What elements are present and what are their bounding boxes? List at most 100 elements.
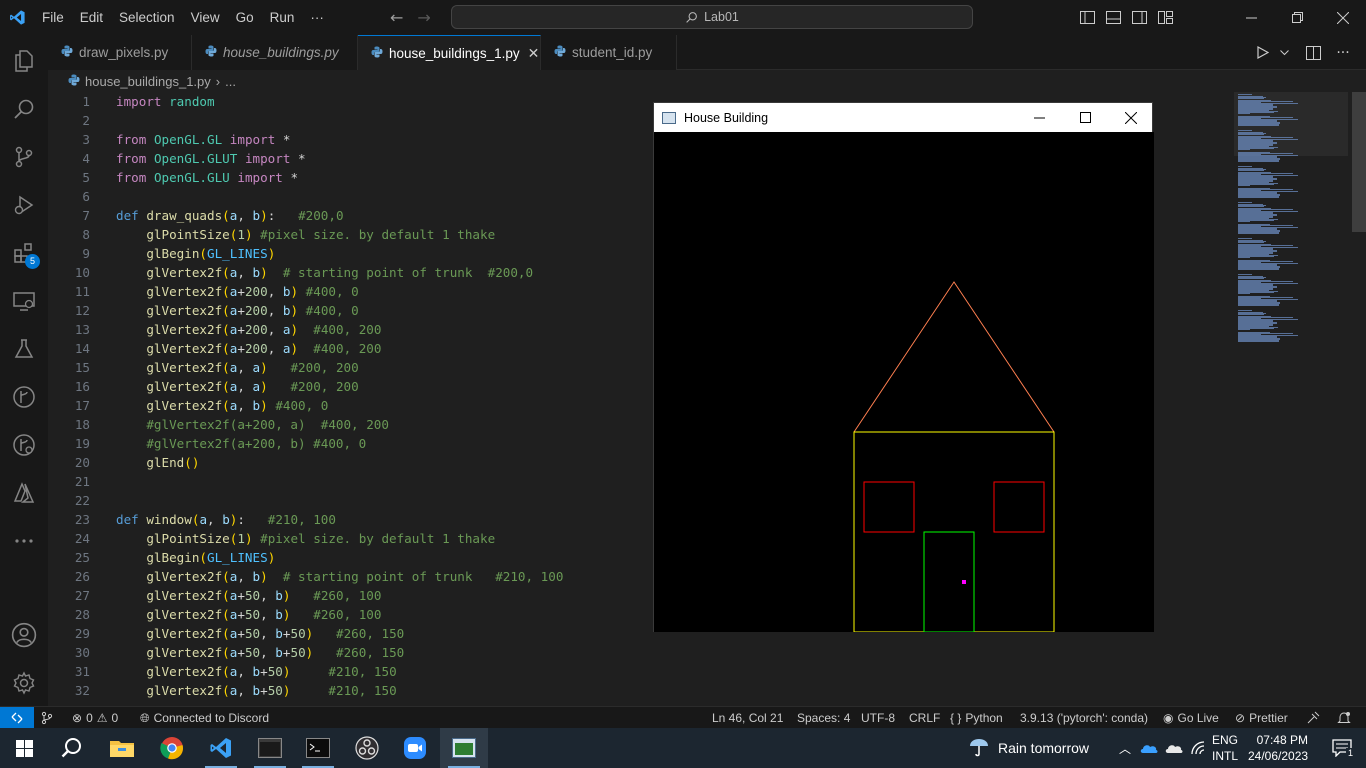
line-source: glBegin(GL_LINES) bbox=[116, 548, 275, 567]
notifications-bell-icon[interactable] bbox=[1337, 707, 1351, 729]
tab-student-id[interactable]: student_id.py bbox=[541, 35, 677, 70]
toggle-panel-icon[interactable] bbox=[1100, 0, 1126, 35]
opengl-window-title-bar[interactable]: House Building bbox=[654, 103, 1152, 132]
code-token: * bbox=[282, 170, 299, 185]
input-language[interactable]: ENG INTL bbox=[1212, 732, 1238, 764]
cursor-position[interactable]: Ln 46, Col 21 bbox=[712, 707, 783, 729]
split-editor-icon[interactable] bbox=[1302, 42, 1324, 64]
feedback-icon[interactable] bbox=[1306, 707, 1320, 729]
extensions-icon[interactable]: 5 bbox=[0, 229, 48, 277]
search-icon[interactable] bbox=[0, 85, 48, 133]
accounts-icon[interactable] bbox=[0, 611, 48, 659]
notification-center-icon[interactable]: 1 bbox=[1318, 728, 1366, 768]
menu-file[interactable]: File bbox=[34, 0, 72, 35]
code-token: , bbox=[260, 626, 276, 641]
customize-layout-icon[interactable] bbox=[1152, 0, 1178, 35]
remote-explorer-icon[interactable] bbox=[0, 277, 48, 325]
live-share-icon[interactable] bbox=[0, 421, 48, 469]
chrome-icon[interactable] bbox=[148, 728, 196, 768]
code-token: , bbox=[237, 569, 253, 584]
toggle-secondary-sidebar-icon[interactable] bbox=[1126, 0, 1152, 35]
code-token: ) bbox=[260, 265, 268, 280]
code-line[interactable]: 30 glVertex2f(a+50, b+50) #260, 150 bbox=[48, 643, 1366, 662]
onedrive-personal-cloud-icon[interactable] bbox=[1162, 743, 1186, 754]
house-building-taskbar-icon[interactable] bbox=[440, 728, 488, 768]
menu-bar: File Edit Selection View Go Run ··· bbox=[34, 0, 332, 35]
code-line[interactable]: 31 glVertex2f(a, b+50) #210, 150 bbox=[48, 662, 1366, 681]
git-graph-icon[interactable] bbox=[0, 373, 48, 421]
terminal-icon[interactable] bbox=[294, 728, 342, 768]
file-explorer-icon[interactable] bbox=[98, 728, 146, 768]
azure-icon[interactable] bbox=[0, 469, 48, 517]
discord-status[interactable]: 🌐︎ Connected to Discord bbox=[140, 707, 269, 729]
minimap-line bbox=[1238, 269, 1279, 270]
close-tab-icon[interactable]: ✕ bbox=[528, 45, 540, 62]
testing-icon[interactable] bbox=[0, 325, 48, 373]
indentation[interactable]: Spaces: 4 bbox=[797, 707, 850, 729]
menu-edit[interactable]: Edit bbox=[72, 0, 111, 35]
remote-indicator-icon[interactable] bbox=[0, 707, 34, 729]
vscode-taskbar-icon[interactable] bbox=[197, 728, 245, 768]
menu-view[interactable]: View bbox=[183, 0, 228, 35]
code-token: b bbox=[252, 569, 261, 584]
run-and-debug-icon[interactable] bbox=[0, 181, 48, 229]
menu-run[interactable]: Run bbox=[262, 0, 303, 35]
zoom-icon[interactable] bbox=[391, 728, 439, 768]
python-interpreter[interactable]: 3.9.13 ('pytorch': conda) bbox=[1020, 707, 1148, 729]
obs-studio-icon[interactable] bbox=[343, 728, 391, 768]
scrollbar-thumb[interactable] bbox=[1352, 92, 1366, 232]
clock[interactable]: 07:48 PM 24/06/2023 bbox=[1248, 732, 1308, 764]
language-mode[interactable]: { } Python bbox=[950, 707, 1003, 729]
gl-maximize-icon[interactable] bbox=[1062, 103, 1108, 132]
line-number: 8 bbox=[82, 227, 90, 242]
code-token: ) bbox=[290, 322, 299, 337]
taskbar-search-icon[interactable] bbox=[48, 728, 96, 768]
show-hidden-icons-icon[interactable]: ︿ bbox=[1114, 740, 1136, 757]
tab-house-buildings[interactable]: house_buildings.py bbox=[192, 35, 358, 70]
menu-more[interactable]: ··· bbox=[302, 0, 332, 35]
run-python-file-icon[interactable] bbox=[1252, 42, 1274, 64]
go-live-button[interactable]: ◉ Go Live bbox=[1163, 707, 1219, 729]
weather-widget[interactable]: Rain tomorrow bbox=[968, 728, 1089, 768]
tab-draw-pixels[interactable]: draw_pixels.py bbox=[48, 35, 192, 70]
minimize-window-icon[interactable] bbox=[1228, 0, 1274, 35]
toggle-primary-sidebar-icon[interactable] bbox=[1074, 0, 1100, 35]
opengl-window[interactable]: House Building bbox=[653, 102, 1154, 632]
prettier-status[interactable]: ⊘ Prettier bbox=[1235, 707, 1288, 729]
opengl-canvas[interactable] bbox=[654, 132, 1154, 632]
breadcrumb-symbol[interactable]: ... bbox=[225, 74, 236, 89]
windows-start-icon[interactable] bbox=[0, 728, 48, 768]
menu-selection[interactable]: Selection bbox=[111, 0, 183, 35]
onedrive-cloud-icon[interactable] bbox=[1136, 743, 1162, 754]
git-graph-status-icon[interactable] bbox=[40, 707, 54, 729]
minimap[interactable] bbox=[1234, 92, 1354, 706]
chevron-down-icon[interactable] bbox=[1278, 42, 1290, 64]
menu-go[interactable]: Go bbox=[228, 0, 262, 35]
end-of-line[interactable]: CRLF bbox=[909, 707, 940, 729]
code-token: b bbox=[252, 664, 261, 679]
problems-indicator[interactable]: ⊗ 0 ⚠ 0 bbox=[72, 707, 118, 729]
encoding[interactable]: UTF-8 bbox=[861, 707, 895, 729]
breadcrumb-file[interactable]: house_buildings_1.py bbox=[85, 74, 211, 89]
explorer-icon[interactable] bbox=[0, 37, 48, 85]
close-window-icon[interactable] bbox=[1320, 0, 1366, 35]
vertical-scrollbar[interactable] bbox=[1352, 92, 1366, 706]
wifi-icon[interactable] bbox=[1186, 741, 1212, 755]
more-views-icon[interactable] bbox=[0, 517, 48, 565]
opengl-app-taskbar-icon[interactable] bbox=[246, 728, 294, 768]
gl-close-icon[interactable] bbox=[1108, 103, 1154, 132]
vscode-logo-icon bbox=[0, 0, 34, 35]
code-token: OpenGL.GL bbox=[153, 132, 223, 147]
tab-house-buildings-1[interactable]: house_buildings_1.py ✕ bbox=[358, 35, 541, 71]
back-arrow-icon[interactable]: ← bbox=[390, 8, 403, 27]
command-center-search[interactable]: Lab01 bbox=[451, 5, 973, 29]
more-actions-icon[interactable]: ··· bbox=[1332, 42, 1354, 64]
code-line[interactable]: 32 glVertex2f(a, b+50) #210, 150 bbox=[48, 681, 1366, 700]
gl-minimize-icon[interactable] bbox=[1016, 103, 1062, 132]
forward-arrow-icon[interactable]: → bbox=[417, 8, 430, 27]
restore-window-icon[interactable] bbox=[1274, 0, 1320, 35]
source-control-icon[interactable] bbox=[0, 133, 48, 181]
manage-gear-icon[interactable] bbox=[0, 659, 48, 707]
